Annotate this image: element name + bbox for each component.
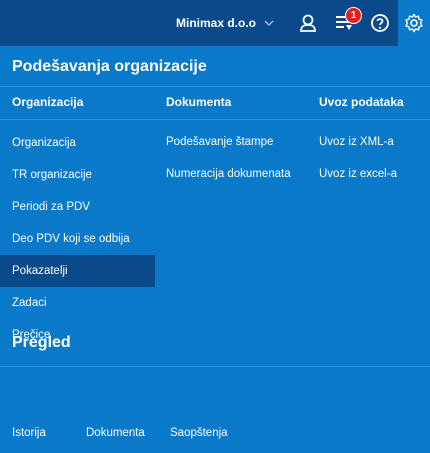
menu-item-numeracija-dokumenata[interactable]: Numeracija dokumenata <box>166 168 291 180</box>
menu-item-periodi-za-pdv[interactable]: Periodi za PDV <box>0 191 155 223</box>
column-header-organizacija: Organizacija <box>12 95 84 109</box>
link-saopstenja[interactable]: Saopštenja <box>170 427 228 439</box>
user-button[interactable] <box>290 0 326 46</box>
divider <box>0 366 430 367</box>
menu-item-podesavanje-stampe[interactable]: Podešavanje štampe <box>166 136 273 148</box>
help-icon <box>371 14 389 32</box>
top-bar: Minimax d.o.o 1 <box>0 0 430 46</box>
section-title-pregled: Pregled <box>12 334 71 351</box>
help-button[interactable] <box>362 0 398 46</box>
company-name: Minimax d.o.o <box>175 16 256 30</box>
link-dokumenta[interactable]: Dokumenta <box>86 427 145 439</box>
chevron-down-icon <box>264 20 274 26</box>
company-selector[interactable]: Minimax d.o.o <box>176 16 274 30</box>
menu-item-zadaci[interactable]: Zadaci <box>0 287 155 319</box>
user-icon <box>300 14 316 32</box>
menu-item-organizacija[interactable]: Organizacija <box>0 127 155 159</box>
menu-item-uvoz-xml[interactable]: Uvoz iz XML-a <box>319 136 394 148</box>
panel-title: Podešavanja organizacije <box>12 58 207 75</box>
column-header-dokumenta: Dokumenta <box>166 95 232 109</box>
notification-badge: 1 <box>345 7 362 24</box>
menu-item-tr-organizacije[interactable]: TR organizacije <box>0 159 155 191</box>
settings-button[interactable] <box>398 0 430 46</box>
divider <box>0 119 430 120</box>
link-istorija[interactable]: Istorija <box>12 427 46 439</box>
column-header-uvoz: Uvoz podataka <box>319 95 404 109</box>
divider <box>0 86 430 87</box>
settings-panel: Podešavanja organizacije Organizacija Do… <box>0 46 430 453</box>
menu-item-pokazatelji[interactable]: Pokazatelji <box>0 255 155 287</box>
menu-item-uvoz-excel[interactable]: Uvoz iz excel-a <box>319 168 397 180</box>
settings-icon <box>405 13 423 33</box>
menu-item-deo-pdv[interactable]: Deo PDV koji se odbija <box>0 223 155 255</box>
messages-button[interactable]: 1 <box>326 0 362 46</box>
